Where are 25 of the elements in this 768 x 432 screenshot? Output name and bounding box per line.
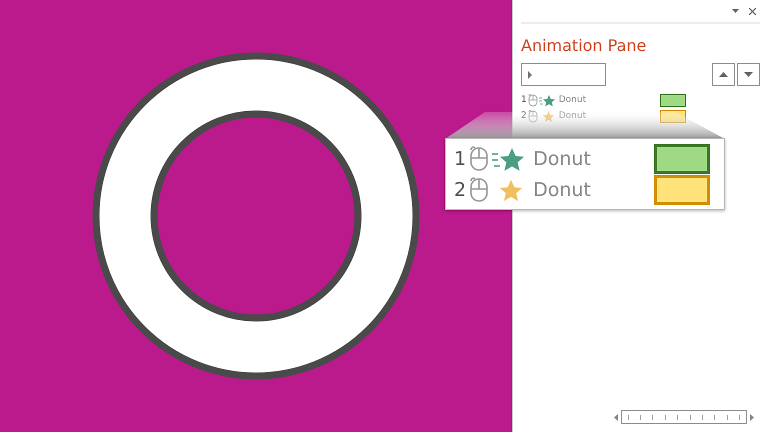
scroll-right-icon[interactable]: [750, 414, 754, 420]
play-button[interactable]: [521, 63, 606, 86]
move-down-button[interactable]: [737, 63, 760, 86]
pane-title: Animation Pane: [521, 36, 648, 55]
play-icon: [528, 70, 532, 78]
close-icon[interactable]: [749, 8, 756, 14]
sequence-number: 1: [521, 95, 527, 105]
dropdown-icon[interactable]: [732, 9, 739, 13]
scroll-left-icon[interactable]: [614, 414, 618, 420]
animation-name: Donut: [558, 111, 586, 121]
mouse-icon: [469, 146, 490, 172]
move-up-button[interactable]: [712, 63, 735, 86]
down-arrow-icon: [744, 72, 753, 77]
up-arrow-icon: [719, 72, 728, 77]
star-with-speed-lines-icon: [492, 146, 524, 172]
animation-name: Donut: [533, 178, 591, 200]
star-with-speed-lines-icon: [538, 94, 555, 106]
mouse-icon: [528, 94, 538, 106]
mouse-icon: [469, 176, 490, 202]
animation-name: Donut: [558, 95, 586, 105]
sequence-number: 2: [521, 111, 527, 121]
sequence-number: 1: [454, 148, 466, 170]
sequence-number: 2: [454, 178, 466, 200]
timeline-scale[interactable]: [621, 410, 747, 424]
animation-name: Donut: [533, 148, 591, 170]
